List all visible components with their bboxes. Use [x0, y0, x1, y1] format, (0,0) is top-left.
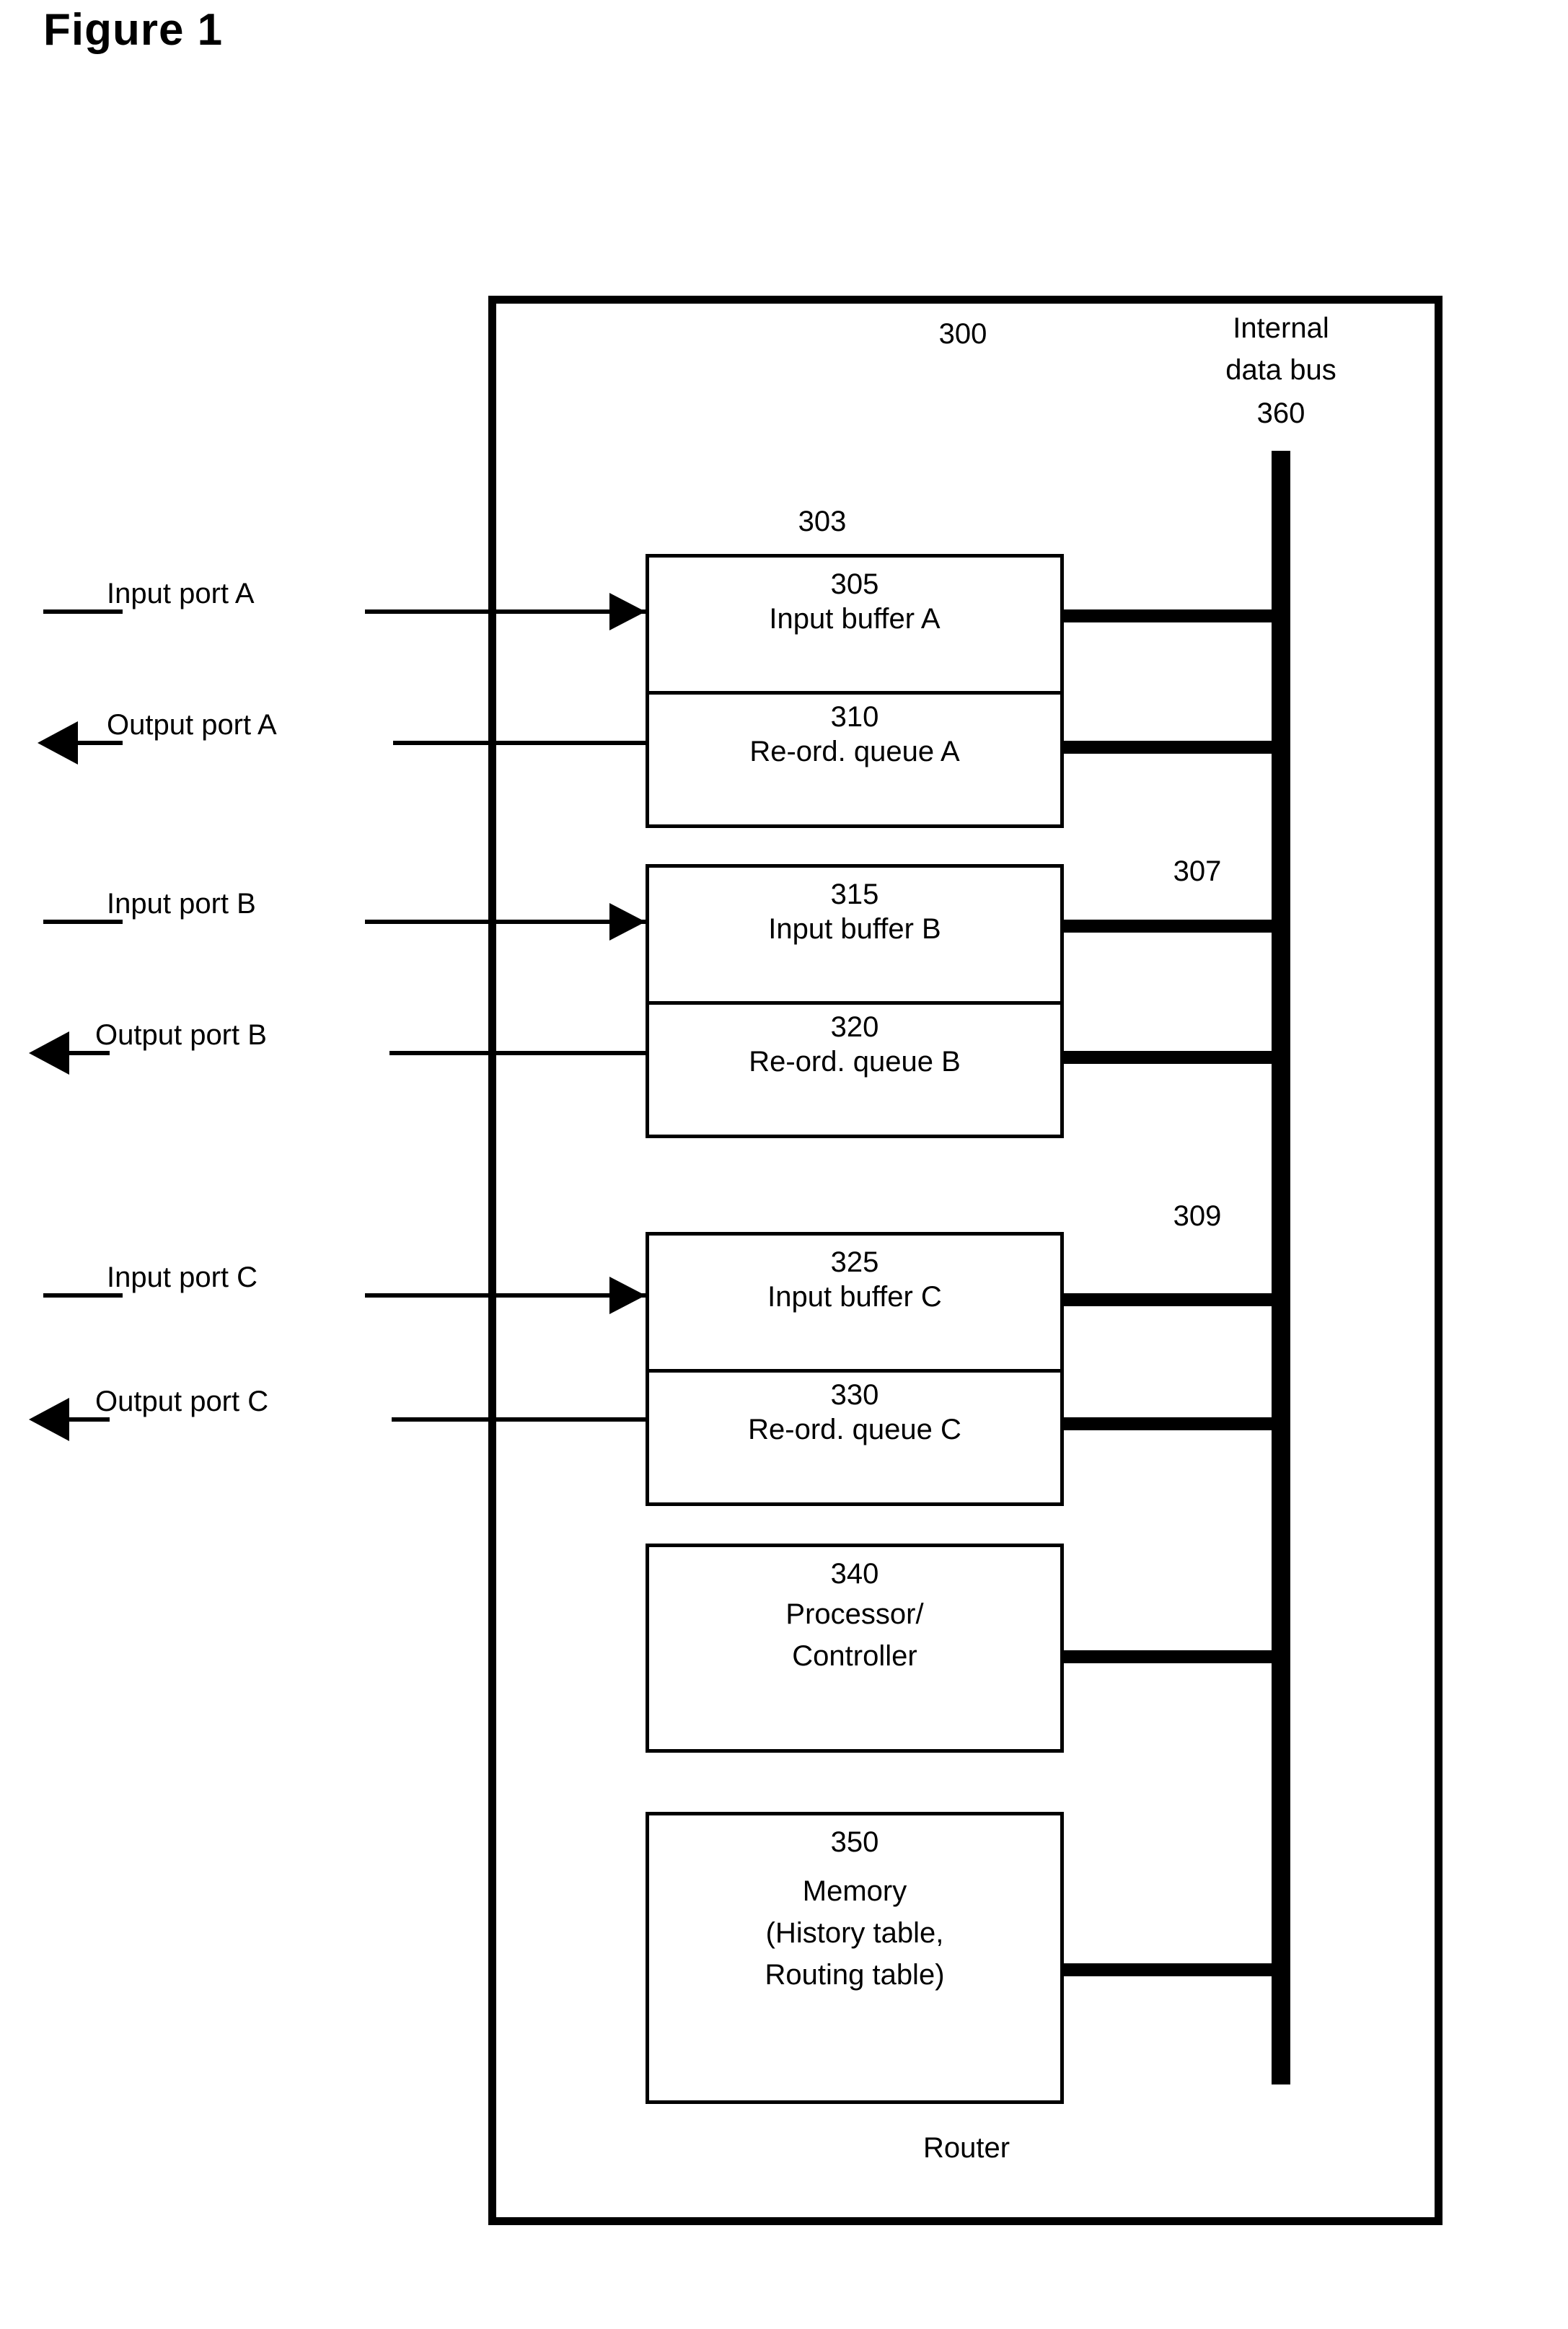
processor-label-line1: Processor/	[785, 1598, 924, 1630]
ref-360: 360	[1256, 397, 1305, 429]
processor-controller-box: 340 Processor/ Controller	[646, 1544, 1064, 1753]
input-port-c-label: Input port C	[107, 1262, 258, 1293]
port-group-a-divider	[646, 691, 1064, 695]
input-port-a-label: Input port A	[107, 578, 255, 609]
input-buffer-c-label: Input buffer C	[767, 1281, 942, 1313]
input-port-c-line	[365, 1293, 646, 1298]
connector-queue-b-to-bus	[1060, 1051, 1282, 1064]
port-group-b-divider	[646, 1001, 1064, 1005]
connector-queue-c-to-bus	[1060, 1417, 1282, 1430]
connector-queue-a-to-bus	[1060, 741, 1282, 754]
input-buffer-a-label: Input buffer A	[769, 603, 941, 635]
output-port-c-arrow-icon	[29, 1398, 69, 1441]
processor-label-line2: Controller	[792, 1640, 917, 1672]
ref-300: 300	[938, 318, 987, 350]
bus-label-line1: Internal	[1233, 312, 1329, 344]
port-group-c-box: 325 Input buffer C 330 Re-ord. queue C	[646, 1232, 1064, 1506]
ref-305: 305	[830, 568, 879, 600]
re-ord-queue-a-label: Re-ord. queue A	[749, 736, 960, 767]
memory-box: 350 Memory (History table, Routing table…	[646, 1812, 1064, 2104]
connector-memory-to-bus	[1060, 1963, 1282, 1976]
ref-340: 340	[830, 1558, 879, 1590]
output-port-a-label: Output port A	[107, 709, 277, 741]
internal-data-bus-line	[1272, 451, 1290, 2084]
ref-325: 325	[830, 1246, 879, 1278]
output-port-b-label: Output port B	[95, 1019, 267, 1051]
ref-309: 309	[1173, 1200, 1222, 1232]
re-ord-queue-c-label: Re-ord. queue C	[748, 1414, 961, 1445]
connector-input-buffer-a-to-bus	[1060, 609, 1282, 622]
connector-processor-to-bus	[1060, 1650, 1282, 1663]
connector-input-buffer-b-to-bus	[1060, 920, 1282, 933]
re-ord-queue-b-label: Re-ord. queue B	[749, 1046, 961, 1078]
figure-title: Figure 1	[43, 5, 224, 55]
input-buffer-b-label: Input buffer B	[768, 913, 941, 945]
input-port-a-arrow-icon	[609, 593, 646, 630]
ref-330: 330	[830, 1379, 879, 1411]
ref-303: 303	[798, 506, 847, 537]
port-group-c-divider	[646, 1369, 1064, 1373]
input-port-b-label: Input port B	[107, 888, 256, 920]
ref-307: 307	[1173, 855, 1222, 887]
figure-canvas: Figure 1 300 Internal data bus 360 303 I…	[0, 0, 1568, 2329]
output-port-b-line	[389, 1051, 647, 1055]
port-group-a-box: 305 Input buffer A 310 Re-ord. queue A	[646, 554, 1064, 828]
router-caption: Router	[922, 2132, 1010, 2164]
connector-input-buffer-c-to-bus	[1060, 1293, 1282, 1306]
input-port-a-line	[365, 609, 646, 614]
ref-310: 310	[830, 701, 879, 733]
output-port-c-line	[392, 1417, 647, 1422]
memory-label-line2: (History table,	[765, 1917, 944, 1949]
ref-315: 315	[830, 879, 879, 910]
input-port-c-arrow-icon	[609, 1277, 646, 1314]
bus-label-line2: data bus	[1225, 354, 1336, 386]
ref-320: 320	[830, 1011, 879, 1043]
output-port-a-line	[393, 741, 647, 745]
output-port-b-arrow-icon	[29, 1031, 69, 1075]
input-port-b-arrow-icon	[609, 903, 646, 941]
memory-label-line1: Memory	[802, 1875, 907, 1907]
ref-350: 350	[830, 1826, 879, 1858]
input-port-b-line	[365, 920, 646, 924]
memory-label-line3: Routing table)	[765, 1959, 945, 1991]
output-port-c-label: Output port C	[95, 1386, 269, 1417]
port-group-b-box: 315 Input buffer B 320 Re-ord. queue B	[646, 864, 1064, 1138]
output-port-a-arrow-icon	[38, 721, 78, 765]
